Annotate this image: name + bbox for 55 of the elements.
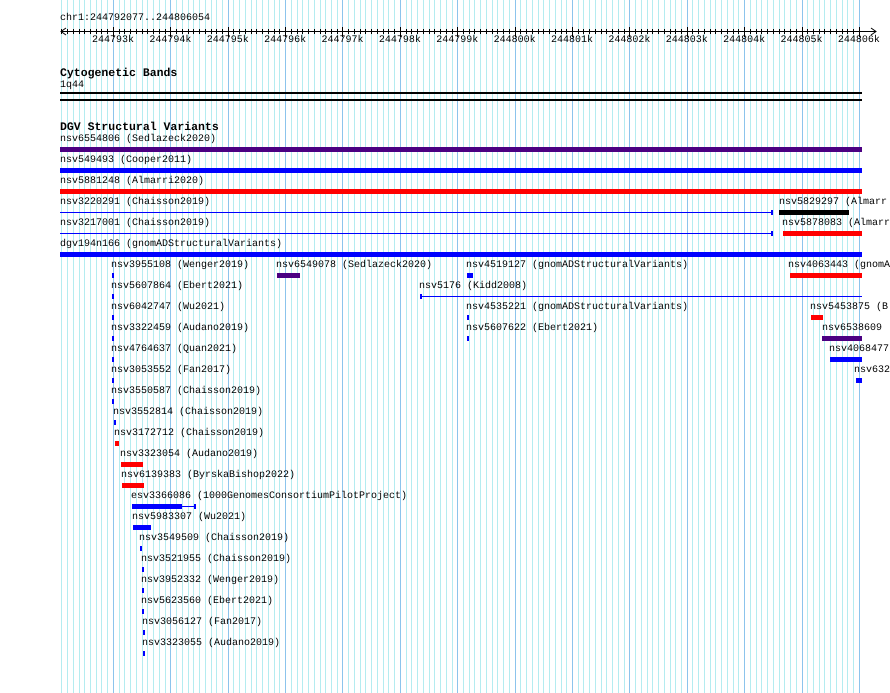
feature-label: nsv5983307 (Wu2021): [132, 512, 246, 524]
feature-label: nsv5878083 (Almarr: [782, 218, 890, 230]
feature-label: nsv4764637 (Quan2021): [111, 344, 238, 356]
feature-label: nsv5176 (Kidd2008): [419, 281, 528, 293]
tick-label: 244806k: [838, 35, 880, 47]
feature-label: nsv3323054 (Audano2019): [120, 449, 258, 461]
feature-label: nsv3220291 (Chaisson2019): [60, 197, 210, 209]
tick-label: 244804k: [723, 35, 766, 47]
feature-label: nsv3952332 (Wenger2019): [141, 575, 280, 587]
feature-label: nsv632: [854, 365, 890, 377]
feature-label: nsv3323055 (Audano2019): [142, 638, 280, 650]
feature-label: nsv6139383 (ByrskaBishop2022): [121, 470, 296, 482]
tick-label: 244803k: [666, 35, 708, 47]
tick-label: 244793k: [92, 35, 134, 47]
feature-label: nsv6554806 (Sedlazeck2020): [60, 134, 216, 146]
tick-label: 244795k: [206, 35, 249, 47]
feature-label: nsv6042747 (Wu2021): [111, 302, 226, 314]
feature-label: esv3366086 (1000GenomesConsortiumPilotProject): [131, 491, 408, 503]
tick-label: 244800k: [494, 35, 536, 47]
tick-label: 244796k: [264, 35, 306, 47]
feature-label: nsv5607622 (Ebert2021): [466, 323, 598, 335]
feature-label: nsv3552814 (Chaisson2019): [113, 407, 264, 419]
tick-label: 244794k: [149, 35, 192, 47]
tick-label: 244799k: [436, 35, 478, 47]
feature-label: nsv3550587 (Chaisson2019): [111, 386, 262, 398]
tick-label: 244798k: [378, 35, 421, 47]
tick-label: 244802k: [608, 35, 650, 47]
feature-label: nsv3322459 (Audano2019): [111, 323, 250, 335]
tick-label: 244801k: [551, 35, 593, 47]
feature-label: nsv3056127 (Fan2017): [142, 617, 262, 629]
feature-label: nsv4068477: [829, 344, 890, 356]
feature-label: nsv5881248 (Almarri2020): [60, 176, 204, 188]
feature-label: nsv549493 (Cooper2011): [60, 155, 192, 167]
feature-label: dgv194n166 (gnomADStructuralVariants): [60, 239, 282, 251]
track-title: DGV Structural Variants: [60, 121, 219, 134]
feature-label: 1q44: [60, 80, 84, 92]
feature-label: nsv3955108 (Wenger2019): [111, 260, 250, 272]
feature-label: nsv5453875 (B: [810, 302, 888, 314]
region-label: chr1:244792077..244806054: [60, 13, 210, 25]
feature-label: nsv3172712 (Chaisson2019): [114, 428, 264, 440]
feature-label: nsv6549078 (Sedlazeck2020): [276, 260, 432, 272]
feature-label: nsv5623560 (Ebert2021): [141, 596, 274, 608]
feature-label: nsv3549509 (Chaisson2019): [139, 533, 290, 545]
feature-label: nsv5829297 (Almarr: [779, 197, 888, 209]
feature-label: nsv4519127 (gnomADStructuralVariants): [466, 260, 688, 272]
tick-label: 244805k: [780, 35, 823, 47]
feature-label: nsv3521955 (Chaisson2019): [141, 554, 292, 566]
feature-label: nsv4535221 (gnomADStructuralVariants): [466, 302, 688, 314]
feature-label: nsv3053552 (Fan2017): [111, 365, 232, 377]
feature-label: nsv5607864 (Ebert2021): [111, 281, 244, 293]
feature-label: nsv6538609: [822, 323, 882, 335]
track-title: Cytogenetic Bands: [60, 67, 178, 80]
tick-label: 244797k: [321, 35, 364, 47]
feature-label: nsv3217001 (Chaisson2019): [60, 218, 210, 230]
feature-label: nsv4063443 (gnomA: [788, 260, 890, 272]
